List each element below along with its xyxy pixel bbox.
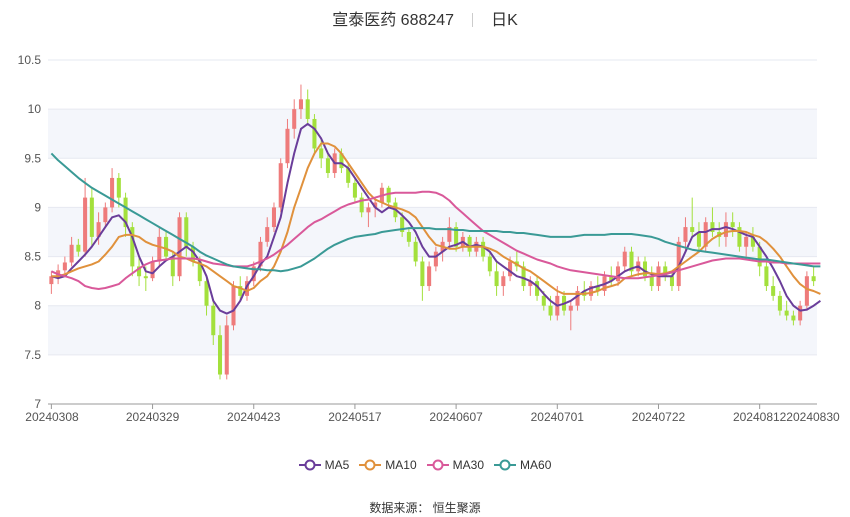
- candle-body: [298, 99, 303, 110]
- candle-body: [278, 163, 283, 208]
- candle-body: [494, 271, 499, 287]
- candle-body: [305, 99, 310, 119]
- grid-band: [48, 109, 817, 159]
- candle-body: [804, 276, 809, 306]
- x-tick-label: 20240423: [227, 410, 281, 424]
- candle-body: [177, 217, 182, 277]
- y-tick-label: 10.5: [18, 53, 42, 67]
- candle-body: [265, 227, 270, 242]
- kline-chart: 7 7.5 8 8.5 9 9.5 10 10.5 20240308 20240329 202404…: [18, 53, 840, 424]
- candle-body: [487, 256, 492, 272]
- candle-body: [143, 276, 148, 279]
- candle-body: [352, 182, 357, 198]
- y-tick-label: 7.5: [24, 348, 41, 362]
- candle-body: [103, 207, 108, 223]
- candle-body: [771, 286, 776, 296]
- x-tick-label: 20240607: [429, 410, 483, 424]
- candle-body: [777, 295, 782, 311]
- candle-body: [224, 325, 229, 375]
- candle-body: [433, 251, 438, 267]
- legend-label: MA5: [324, 458, 350, 472]
- candle-body: [89, 197, 94, 237]
- candle-body: [798, 305, 803, 321]
- candle-body: [690, 227, 695, 232]
- candle-body: [319, 148, 324, 159]
- candle-body: [791, 315, 796, 321]
- candle-body: [157, 236, 162, 262]
- candle-body: [467, 236, 472, 252]
- candle-body: [744, 236, 749, 247]
- candle-body: [481, 241, 486, 257]
- y-tick-label: 10: [28, 102, 42, 116]
- candle-body: [211, 305, 216, 336]
- candle-body: [508, 261, 513, 277]
- y-tick-label: 8: [34, 299, 41, 313]
- candle-body: [76, 244, 81, 252]
- candle-body: [568, 305, 573, 311]
- candle-body: [83, 197, 88, 252]
- candle-body: [615, 266, 621, 282]
- candle-body: [366, 207, 371, 213]
- candle-body: [217, 335, 223, 375]
- candle-body: [406, 232, 411, 242]
- candle-body: [764, 266, 769, 287]
- candle-body: [285, 128, 290, 164]
- candle-body: [811, 276, 816, 282]
- legend-marker-icon: [359, 459, 382, 471]
- x-tick-label: 20240308: [25, 410, 79, 424]
- candle-body: [622, 251, 627, 267]
- legend-item-ma5[interactable]: MA5: [298, 458, 350, 472]
- candle-body: [312, 118, 317, 149]
- candle-body: [116, 177, 121, 198]
- legend-item-ma30[interactable]: MA30: [426, 458, 485, 472]
- x-tick-label: 20240329: [126, 410, 180, 424]
- y-tick-label: 7: [34, 397, 41, 411]
- legend-marker-icon: [426, 459, 449, 471]
- candle-body: [325, 158, 330, 174]
- candle-body: [69, 244, 74, 263]
- legend-marker-icon: [298, 459, 321, 471]
- x-tick-label: 20240701: [531, 410, 585, 424]
- candle-body: [723, 222, 728, 237]
- y-tick-label: 9: [34, 200, 41, 214]
- candle-body: [501, 276, 506, 287]
- y-tick-label: 9.5: [24, 151, 41, 165]
- legend-label: MA10: [385, 458, 417, 472]
- x-tick-label: 20240830: [786, 410, 840, 424]
- candle-body: [669, 276, 674, 287]
- x-tick-label: 20240722: [632, 410, 686, 424]
- candle-body: [427, 266, 432, 287]
- candle-body: [150, 261, 155, 279]
- data-source: 数据来源： 恒生聚源: [369, 501, 481, 515]
- candle-body: [231, 286, 236, 326]
- x-tick-label: 20240517: [328, 410, 382, 424]
- legend-item-ma10[interactable]: MA10: [359, 458, 417, 472]
- candle-body: [784, 310, 789, 316]
- candle-body: [271, 207, 277, 228]
- candle-body: [541, 295, 546, 306]
- candle-body: [649, 276, 654, 287]
- candle-body: [730, 222, 735, 228]
- grid-band: [48, 305, 817, 355]
- candle-body: [683, 227, 688, 242]
- y-tick-label: 8.5: [24, 250, 41, 264]
- legend-marker-icon: [494, 459, 517, 471]
- candle-body: [548, 305, 553, 316]
- candle-body: [413, 241, 418, 262]
- candle-body: [110, 177, 115, 208]
- candle-body: [420, 261, 425, 287]
- candle-body: [62, 262, 67, 271]
- legend-label: MA60: [520, 458, 552, 472]
- candle-body: [164, 236, 169, 257]
- candle-body: [292, 109, 297, 129]
- legend-label: MA30: [452, 458, 485, 472]
- legend-item-ma60[interactable]: MA60: [494, 458, 551, 472]
- chart-legend: MA5 MA10 MA30 MA60: [0, 458, 850, 472]
- x-tick-label: 20240812: [733, 410, 787, 424]
